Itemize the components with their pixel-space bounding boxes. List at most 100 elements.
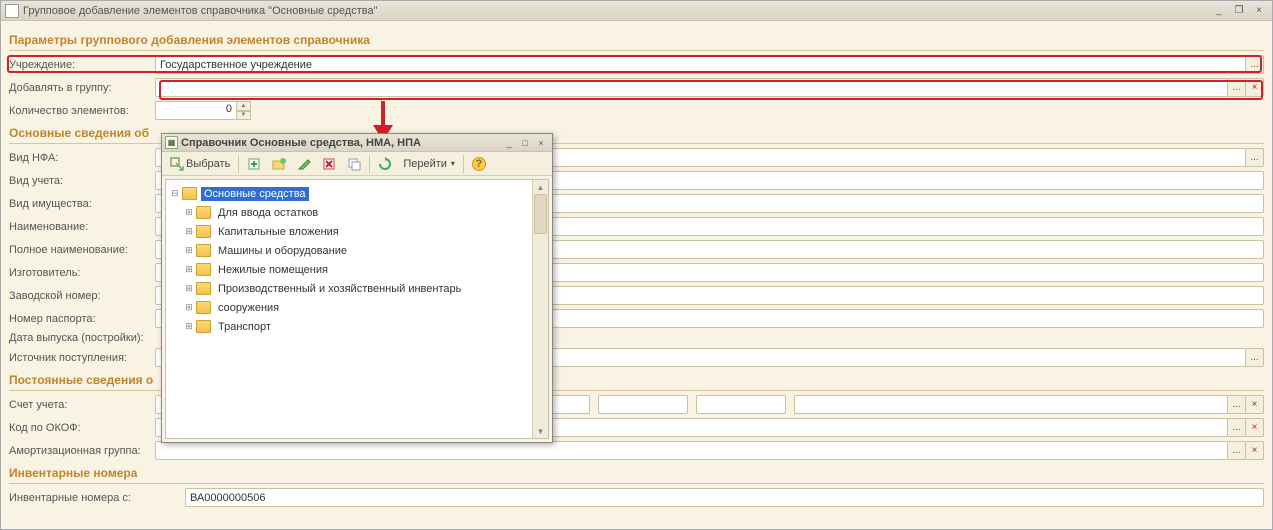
group-field[interactable] (155, 78, 1228, 97)
group-select-button[interactable]: ... (1228, 78, 1246, 97)
inv-from-value: ВА0000000506 (190, 492, 266, 504)
expand-icon[interactable]: ⊞ (182, 283, 196, 294)
label-inv-from: Инвентарные номера с: (9, 492, 185, 504)
addgroup-icon (272, 157, 286, 171)
popup-maximize-button[interactable]: □ (517, 136, 533, 150)
tree-item[interactable]: ⊞ Капитальные вложения (168, 222, 546, 241)
restore-button[interactable]: ❐ (1230, 4, 1248, 18)
count-value[interactable]: 0 (155, 101, 237, 120)
section-inv-numbers: Инвентарные номера (9, 464, 1264, 484)
popup-tree[interactable]: ⊟ Основные средства ⊞Для ввода остатков⊞… (165, 179, 549, 439)
tree-item[interactable]: ⊞ Машины и оборудование (168, 241, 546, 260)
label-nfa: Вид НФА: (9, 152, 155, 164)
tree-root[interactable]: ⊟ Основные средства (168, 184, 546, 203)
account-clear-button[interactable]: × (1246, 395, 1264, 414)
expand-icon[interactable]: ⊞ (182, 264, 196, 275)
expand-icon[interactable]: ⊞ (182, 207, 196, 218)
tree-scrollbar[interactable]: ▲ ▼ (532, 180, 548, 438)
account-sub3[interactable] (794, 395, 1229, 414)
tree-item-label: Транспорт (215, 320, 274, 334)
okof-clear-button[interactable]: × (1246, 418, 1264, 437)
count-down-button[interactable]: ▼ (237, 111, 251, 121)
group-clear-button[interactable]: × (1246, 78, 1264, 97)
close-button[interactable]: × (1250, 4, 1268, 18)
label-passport: Номер паспорта: (9, 313, 155, 325)
tree-item[interactable]: ⊞ Производственный и хозяйственный инвент… (168, 279, 546, 298)
amort-clear-button[interactable]: × (1246, 441, 1264, 460)
institution-select-button[interactable]: ... (1246, 55, 1264, 74)
expand-icon[interactable]: ⊞ (182, 302, 196, 313)
tree-item-label: Нежилые помещения (215, 263, 331, 277)
tree-item-label: Капитальные вложения (215, 225, 342, 239)
folder-icon (196, 263, 211, 276)
expand-icon[interactable]: ⊞ (182, 245, 196, 256)
toolbar-go-button[interactable]: Перейти▾ (398, 154, 460, 174)
label-fullname: Полное наименование: (9, 244, 155, 256)
institution-field[interactable]: Государственное учреждение (155, 55, 1246, 74)
tree-item[interactable]: ⊞ Нежилые помещения (168, 260, 546, 279)
toolbar-addgroup-button[interactable] (267, 154, 291, 174)
label-maker: Изготовитель: (9, 267, 155, 279)
account-sub2[interactable] (696, 395, 786, 414)
account-select-button[interactable]: ... (1228, 395, 1246, 414)
institution-value: Государственное учреждение (160, 59, 312, 71)
label-prop: Вид имущества: (9, 198, 155, 210)
toolbar-delete-button[interactable] (317, 154, 341, 174)
popup-titlebar: ▦ Справочник Основные средства, НМА, НПА… (162, 134, 552, 152)
popup-close-button[interactable]: × (533, 136, 549, 150)
tree-item[interactable]: ⊞ Транспорт (168, 317, 546, 336)
label-name: Наименование: (9, 221, 155, 233)
delete-icon (322, 157, 336, 171)
expand-icon[interactable]: ⊟ (168, 188, 182, 199)
minimize-button[interactable]: _ (1210, 4, 1228, 18)
add-icon (247, 157, 261, 171)
label-serial: Заводской номер: (9, 290, 155, 302)
source-select-button[interactable]: ... (1246, 348, 1264, 367)
tree-root-label: Основные средства (201, 187, 309, 201)
copy-icon (347, 157, 361, 171)
tree-item-label: сооружения (215, 301, 282, 315)
label-date: Дата выпуска (постройки): (9, 332, 155, 344)
inv-from-field[interactable]: ВА0000000506 (185, 488, 1264, 507)
folder-icon (196, 301, 211, 314)
folder-icon (196, 206, 211, 219)
scroll-thumb[interactable] (534, 194, 547, 234)
folder-icon (196, 225, 211, 238)
toolbar-help-button[interactable]: ? (467, 154, 491, 174)
popup-minimize-button[interactable]: _ (501, 136, 517, 150)
help-icon: ? (472, 157, 486, 171)
popup-toolbar: Выбрать Перейти▾ ? (162, 152, 552, 176)
label-account: Счет учета: (9, 399, 155, 411)
main-titlebar: Групповое добавление элементов справочни… (1, 1, 1272, 21)
toolbar-select-button[interactable]: Выбрать (165, 154, 235, 174)
scroll-up-icon[interactable]: ▲ (533, 180, 548, 194)
label-institution: Учреждение: (9, 59, 155, 71)
count-spinner[interactable]: 0 ▲ ▼ (155, 101, 251, 120)
main-window: Групповое добавление элементов справочни… (0, 0, 1273, 530)
app-icon (5, 4, 19, 18)
expand-icon[interactable]: ⊞ (182, 321, 196, 332)
okof-select-button[interactable]: ... (1228, 418, 1246, 437)
scroll-down-icon[interactable]: ▼ (533, 424, 548, 438)
tree-item[interactable]: ⊞ сооружения (168, 298, 546, 317)
label-source: Источник поступления: (9, 352, 155, 364)
toolbar-add-button[interactable] (242, 154, 266, 174)
folder-icon (196, 244, 211, 257)
toolbar-refresh-button[interactable] (373, 154, 397, 174)
folder-icon (182, 187, 197, 200)
toolbar-copy-button[interactable] (342, 154, 366, 174)
expand-icon[interactable]: ⊞ (182, 226, 196, 237)
amort-select-button[interactable]: ... (1228, 441, 1246, 460)
amort-field[interactable] (155, 441, 1228, 460)
tree-item-label: Производственный и хозяйственный инвента… (215, 282, 464, 296)
refresh-icon (378, 157, 392, 171)
account-sub1[interactable] (598, 395, 688, 414)
tree-item-label: Машины и оборудование (215, 244, 350, 258)
popup-title: Справочник Основные средства, НМА, НПА (181, 137, 501, 149)
count-up-button[interactable]: ▲ (237, 101, 251, 111)
toolbar-edit-button[interactable] (292, 154, 316, 174)
label-acct: Вид учета: (9, 175, 155, 187)
nfa-select-button[interactable]: ... (1246, 148, 1264, 167)
window-title: Групповое добавление элементов справочни… (23, 5, 1208, 17)
tree-item[interactable]: ⊞Для ввода остатков (168, 203, 546, 222)
